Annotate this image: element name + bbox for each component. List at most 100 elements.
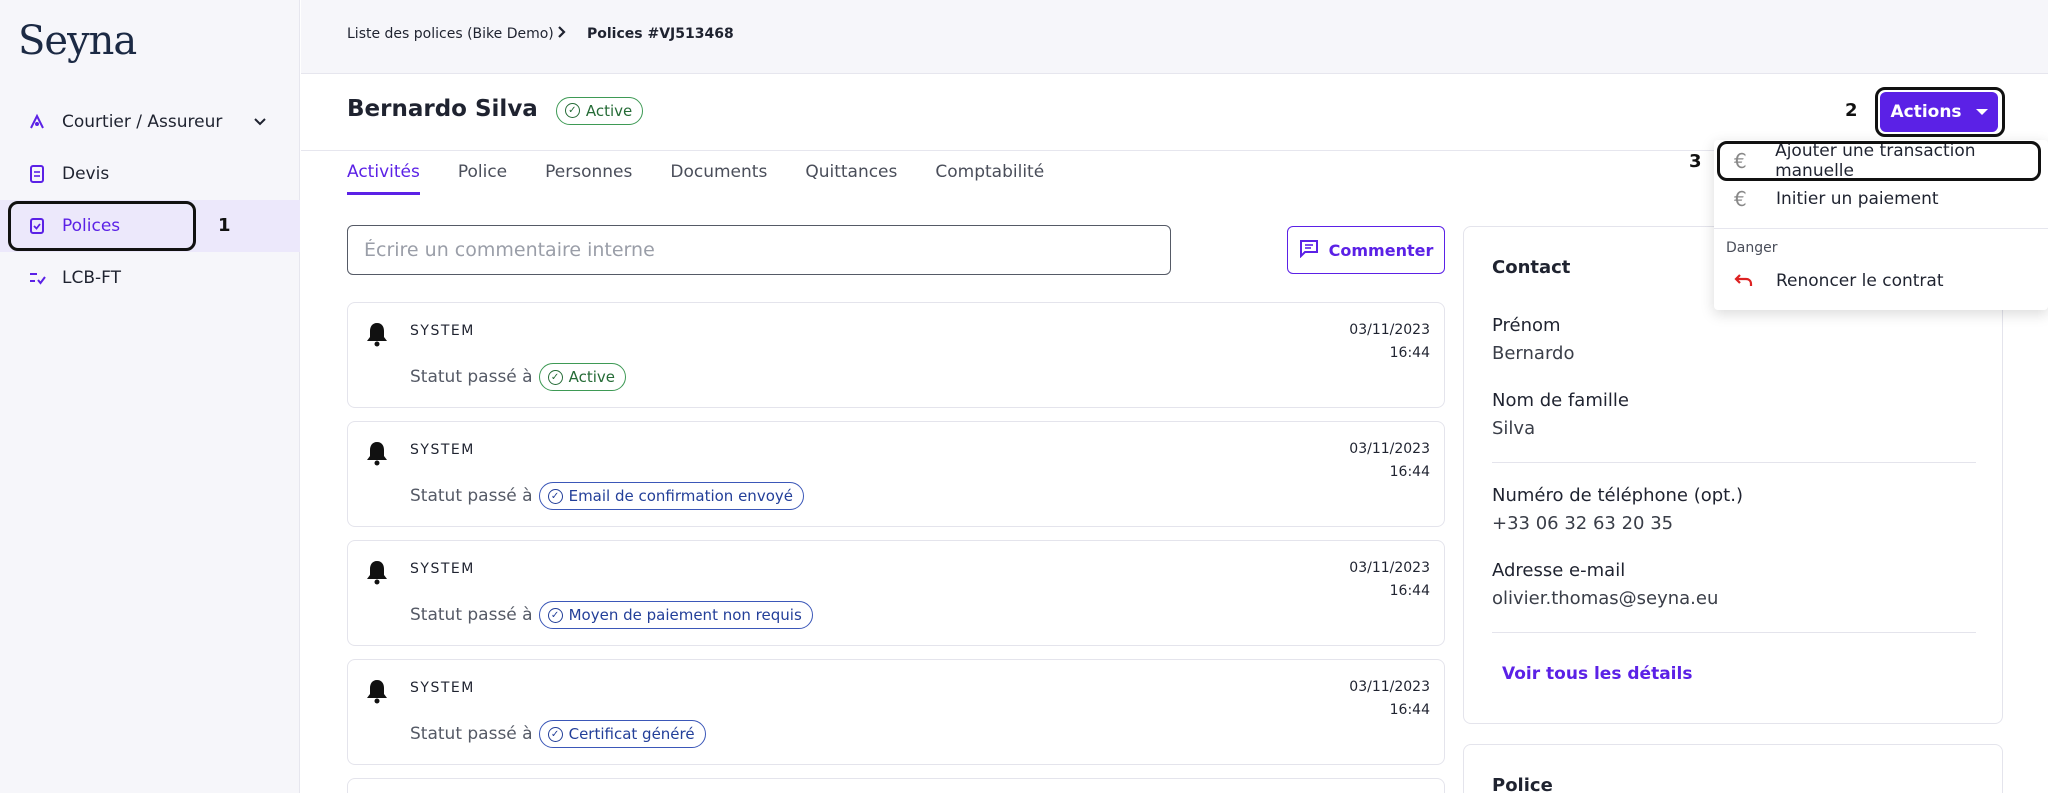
chevron-down-icon[interactable] — [252, 113, 268, 134]
bell-icon — [367, 561, 387, 585]
activity-card: SYSTEM 03/11/2023 16:44 Statut passé à ✓ M… — [347, 540, 1445, 646]
sidebar-item-lcb-ft[interactable]: LCB-FT — [0, 252, 300, 304]
check-circle-icon: ✓ — [547, 726, 563, 742]
sidebar-item-label: LCB-FT — [62, 268, 122, 288]
menu-item-label: Renoncer le contrat — [1776, 271, 1944, 291]
check-circle-icon: ✓ — [547, 488, 563, 504]
activity-status-prefix: Statut passé à — [410, 724, 533, 744]
activity-card: SYSTEM 03/11/2023 16:44 Statut passé à ✓ C… — [347, 659, 1445, 765]
view-details-link[interactable]: Voir tous les détails — [1502, 664, 1692, 684]
contact-divider — [1492, 632, 1976, 633]
contact-divider — [1492, 462, 1976, 463]
activity-time: 16:44 — [1389, 345, 1430, 361]
sidebar-item-courtier[interactable]: Courtier / Assureur — [0, 96, 300, 148]
annotation-number-2: 2 — [1845, 100, 1858, 121]
activity-date: 03/11/2023 — [1349, 441, 1430, 457]
status-badge: ✓ Email de confirmation envoyé — [538, 482, 804, 510]
check-circle-icon: ✓ — [547, 369, 563, 385]
phone-value: +33 06 32 63 20 35 — [1492, 513, 1674, 534]
status-badge-label: Active — [568, 368, 615, 386]
undo-icon — [1734, 269, 1756, 293]
menu-item-initiate-payment[interactable]: € Initier un paiement — [1714, 180, 2048, 218]
activity-timestamp: 03/11/2023 16:44 — [1349, 676, 1430, 722]
tab-quittances[interactable]: Quittances — [805, 162, 897, 195]
breadcrumb-parent[interactable]: Liste des polices (Bike Demo) — [347, 26, 554, 42]
annotation-number-1: 1 — [218, 215, 231, 236]
annotation-box-2 — [1875, 87, 2005, 137]
activity-status: Statut passé à ✓ Moyen de paiement non re… — [410, 601, 813, 629]
activity-timestamp: 03/11/2023 16:44 — [1349, 557, 1430, 603]
annotation-box-3 — [1717, 141, 2041, 181]
sidebar-item-devis[interactable]: Devis — [0, 148, 300, 200]
document-icon — [28, 165, 46, 183]
activity-status-prefix: Statut passé à — [410, 605, 533, 625]
activity-timestamp: 03/11/2023 16:44 — [1349, 438, 1430, 484]
activity-status-prefix: Statut passé à — [410, 367, 533, 387]
activity-status: Statut passé à ✓ Email de confirmation en… — [410, 482, 804, 510]
police-title: Police — [1492, 775, 1553, 793]
bell-icon — [367, 680, 387, 704]
annotation-number-3: 3 — [1689, 151, 1702, 172]
sidebar-item-label: Devis — [62, 164, 110, 184]
status-badge-label: Certificat généré — [568, 725, 695, 743]
last-name-value: Silva — [1492, 418, 1536, 439]
police-panel: Police — [1463, 744, 2003, 793]
app-logo[interactable]: Seyna — [18, 18, 137, 64]
tab-documents[interactable]: Documents — [670, 162, 767, 195]
menu-divider — [1714, 228, 2048, 229]
person-name: Bernardo Silva — [347, 96, 538, 122]
activity-author: SYSTEM — [410, 561, 475, 577]
activity-author: SYSTEM — [410, 442, 475, 458]
euro-icon: € — [1734, 187, 1747, 211]
last-name-label: Nom de famille — [1492, 390, 1629, 411]
activity-card — [347, 778, 1445, 793]
activity-date: 03/11/2023 — [1349, 322, 1430, 338]
first-name-value: Bernardo — [1492, 343, 1575, 364]
phone-label: Numéro de téléphone (opt.) — [1492, 485, 1743, 506]
activity-status: Statut passé à ✓ Certificat généré — [410, 720, 706, 748]
first-name-label: Prénom — [1492, 315, 1561, 336]
comment-button[interactable]: Commenter — [1287, 226, 1445, 274]
activity-time: 16:44 — [1389, 702, 1430, 718]
status-badge-label: Moyen de paiement non requis — [568, 606, 802, 624]
activity-author: SYSTEM — [410, 323, 475, 339]
bell-icon — [367, 442, 387, 466]
menu-item-renounce-contract[interactable]: Renoncer le contrat — [1714, 262, 2048, 300]
activity-date: 03/11/2023 — [1349, 679, 1430, 695]
sidebar-item-label: Courtier / Assureur — [62, 112, 223, 132]
activity-time: 16:44 — [1389, 583, 1430, 599]
menu-item-label: Initier un paiement — [1776, 189, 1939, 209]
tab-comptabilite[interactable]: Comptabilité — [935, 162, 1044, 195]
status-badge: ✓ Active — [555, 96, 644, 125]
email-label: Adresse e-mail — [1492, 560, 1626, 581]
check-circle-icon: ✓ — [547, 607, 563, 623]
activity-time: 16:44 — [1389, 464, 1430, 480]
contact-title: Contact — [1492, 257, 1571, 278]
status-badge: ✓ Moyen de paiement non requis — [538, 601, 813, 629]
checklist-icon — [28, 269, 46, 287]
status-badge: ✓ Certificat généré — [538, 720, 706, 748]
email-value: olivier.thomas@seyna.eu — [1492, 588, 1719, 609]
breadcrumb-current: Polices #VJ513468 — [587, 26, 734, 42]
tab-personnes[interactable]: Personnes — [545, 162, 632, 195]
bell-icon — [367, 323, 387, 347]
activity-author: SYSTEM — [410, 680, 475, 696]
comment-icon — [1299, 238, 1319, 262]
chevron-right-icon — [556, 24, 568, 44]
comment-input[interactable] — [347, 225, 1171, 275]
tab-police[interactable]: Police — [458, 162, 507, 195]
activity-timestamp: 03/11/2023 16:44 — [1349, 319, 1430, 365]
menu-group-danger: Danger — [1726, 240, 1778, 256]
comment-button-label: Commenter — [1328, 240, 1434, 260]
sidebar: Seyna Courtier / Assureur Devis Polices … — [0, 0, 300, 793]
activity-status-prefix: Statut passé à — [410, 486, 533, 506]
tab-activites[interactable]: Activités — [347, 162, 420, 195]
status-badge-label: Email de confirmation envoyé — [568, 487, 793, 505]
activity-card: SYSTEM 03/11/2023 16:44 Statut passé à ✓ A… — [347, 302, 1445, 408]
status-badge: ✓ Active — [538, 363, 626, 391]
check-circle-icon: ✓ — [564, 103, 580, 118]
annotation-box-1 — [8, 201, 196, 251]
status-badge-label: Active — [585, 101, 633, 120]
broker-icon — [28, 113, 46, 131]
tab-bar: Activités Police Personnes Documents Qui… — [347, 162, 1044, 195]
